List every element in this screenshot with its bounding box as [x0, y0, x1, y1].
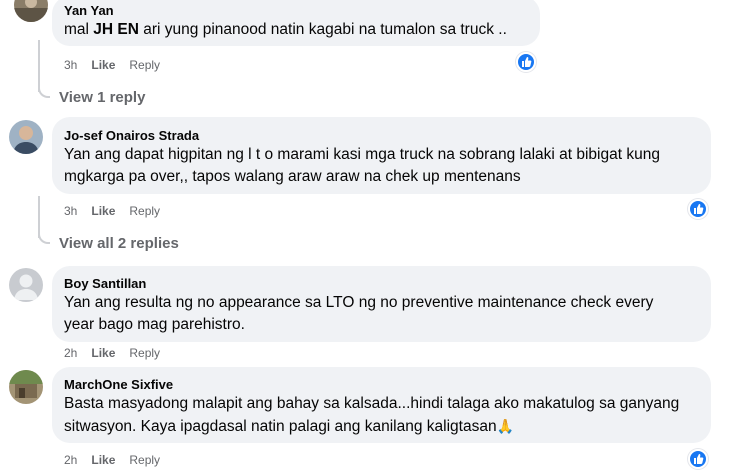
like-button[interactable]: Like [91, 345, 115, 361]
thumbs-up-icon[interactable] [516, 52, 536, 72]
like-button[interactable]: Like [91, 203, 115, 219]
comment-time[interactable]: 2h [64, 452, 77, 468]
comment-time[interactable]: 3h [64, 203, 77, 219]
comment-author[interactable]: Boy Santillan [64, 275, 699, 292]
comment-time[interactable]: 2h [64, 345, 77, 361]
comment-author[interactable]: Jo-sef Onairos Strada [64, 127, 699, 144]
thread-connector [38, 232, 50, 244]
thread-line [38, 40, 40, 92]
avatar[interactable] [9, 370, 43, 404]
comment-actions: 3h Like Reply [64, 57, 160, 73]
comment-bubble: Boy Santillan Yan ang resulta ng no appe… [52, 266, 711, 342]
view-replies-link[interactable]: View all 2 replies [59, 235, 179, 252]
reply-button[interactable]: Reply [129, 203, 160, 219]
comment-text-line: Basta masyadong malapit ang bahay sa kal… [64, 395, 680, 412]
reply-button[interactable]: Reply [129, 452, 160, 468]
comment-text-line: mgkarga pa over,, tapos walang araw araw… [64, 168, 521, 185]
avatar[interactable] [14, 0, 48, 22]
comment-text-line: sitwasyon. Kaya ipagdasal natin palagi a… [64, 418, 515, 435]
view-replies-link[interactable]: View 1 reply [59, 89, 145, 106]
thumbs-up-icon[interactable] [688, 199, 708, 219]
comment-text-line: Yan ang resulta ng no appearance sa LTO … [64, 294, 654, 311]
reply-button[interactable]: Reply [129, 57, 160, 73]
avatar[interactable] [9, 120, 43, 154]
comment-actions: 2h Like Reply [64, 345, 160, 361]
comment-author[interactable]: MarchOne Sixfive [64, 376, 699, 393]
comment-bubble: MarchOne Sixfive Basta masyadong malapit… [52, 367, 711, 443]
comment-text: mal JH EN ari yung pinanood natin kagabi… [64, 21, 507, 38]
praying-hands-icon: 🙏 [496, 418, 515, 434]
comment-actions: 2h Like Reply [64, 452, 160, 468]
comment-time[interactable]: 3h [64, 57, 77, 73]
comment-actions: 3h Like Reply [64, 203, 160, 219]
comment-bubble: Yan Yan mal JH EN ari yung pinanood nati… [52, 0, 540, 46]
like-button[interactable]: Like [91, 452, 115, 468]
reply-button[interactable]: Reply [129, 345, 160, 361]
thumbs-up-icon[interactable] [688, 449, 708, 469]
thread-connector [38, 86, 50, 98]
comment-author[interactable]: Yan Yan [64, 2, 528, 19]
comments-section: Yan Yan mal JH EN ari yung pinanood nati… [0, 0, 750, 476]
like-button[interactable]: Like [91, 57, 115, 73]
tagged-name[interactable]: JH EN [93, 21, 139, 38]
avatar[interactable] [9, 268, 43, 302]
comment-bubble: Jo-sef Onairos Strada Yan ang dapat higp… [52, 117, 711, 194]
comment-text-line: year bago mag parehistro. [64, 316, 245, 333]
comment-text-line: Yan ang dapat higpitan ng l t o marami k… [64, 146, 660, 163]
